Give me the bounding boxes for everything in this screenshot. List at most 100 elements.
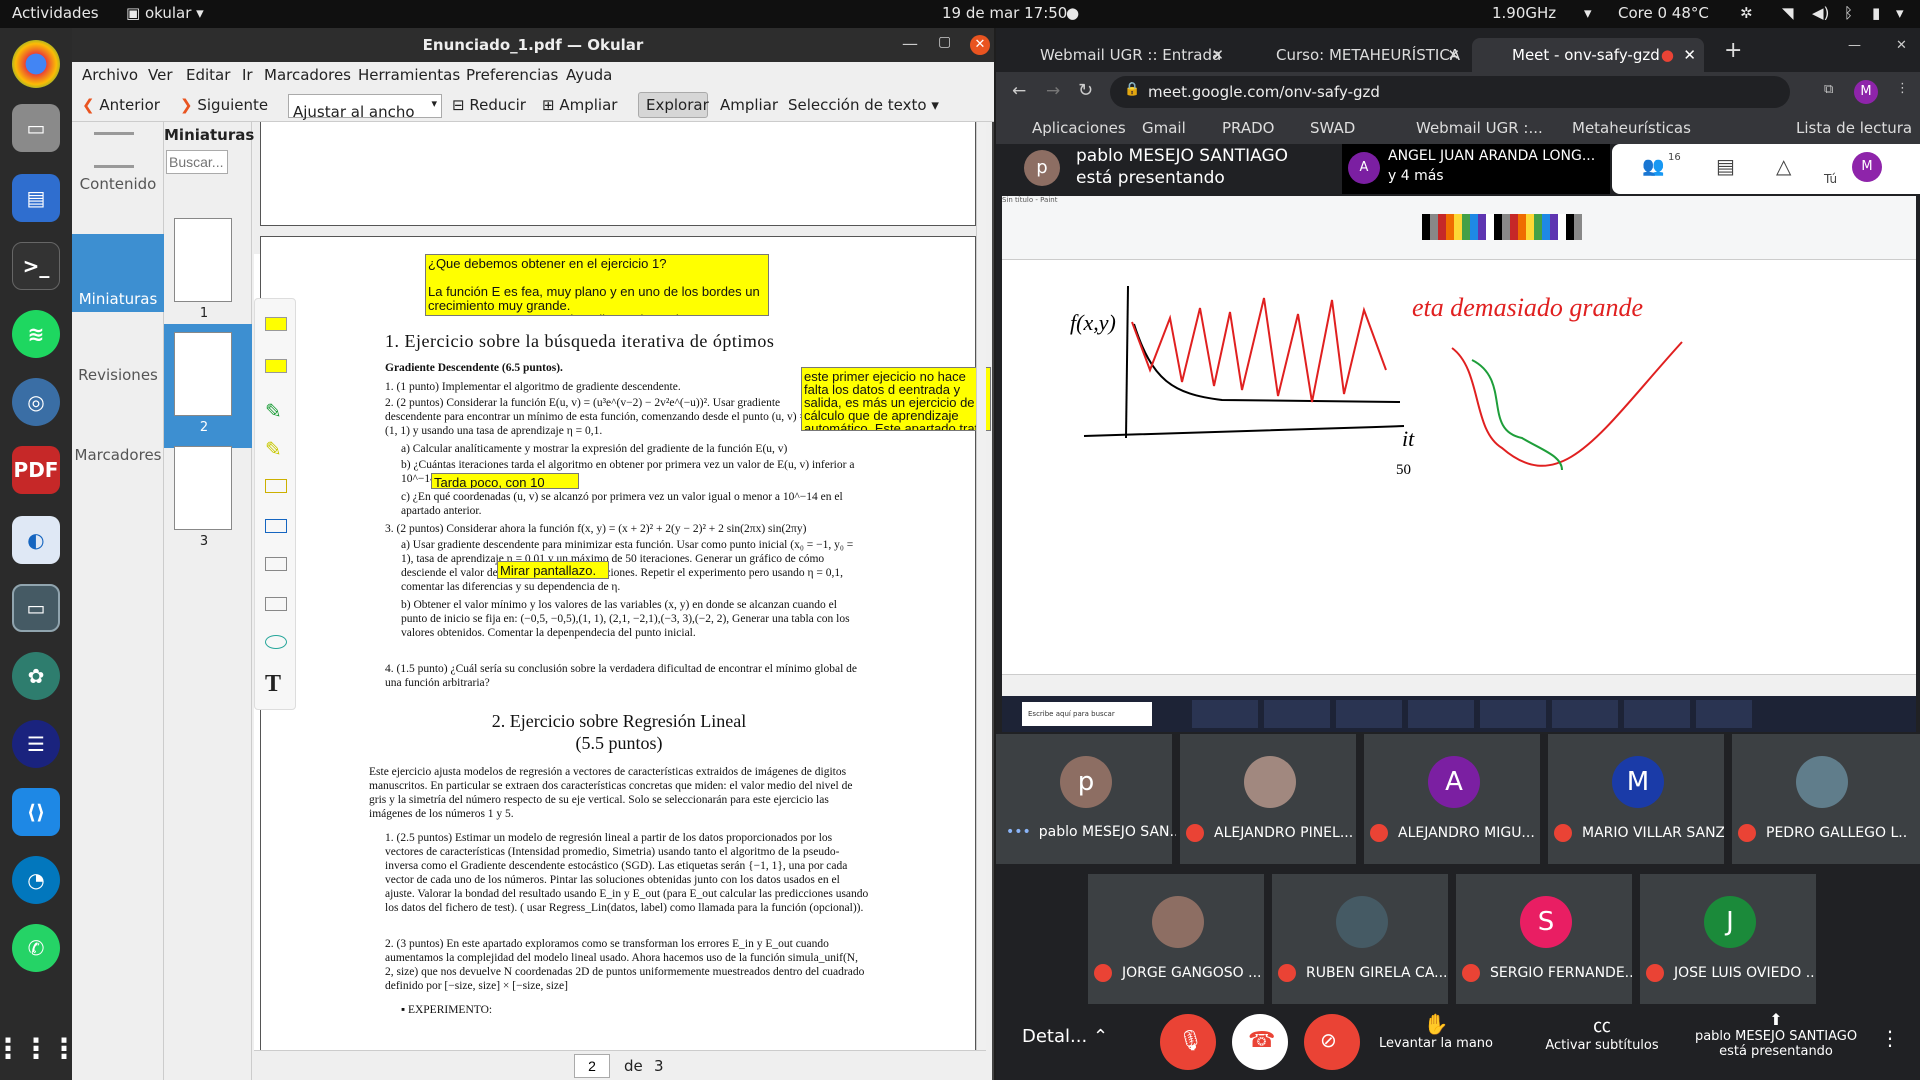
presenting-button[interactable]: ⬆ pablo MESEJO SANTIAGO está presentando	[1686, 1010, 1866, 1059]
bookmark-metaheuristicas[interactable]: Metaheurísticas	[1572, 119, 1691, 137]
reading-list[interactable]: Lista de lectura	[1796, 119, 1912, 137]
camera-toggle-button[interactable]: ⊘	[1304, 1014, 1360, 1070]
zoom-select[interactable]: Ajustar al ancho ▾	[288, 94, 442, 121]
raise-hand-button[interactable]: ✋ Levantar la mano	[1366, 1012, 1506, 1051]
menu-ver[interactable]: Ver	[148, 66, 173, 84]
minimize-icon[interactable]: —	[1848, 38, 1861, 53]
clock[interactable]: 19 de mar 17:50	[942, 4, 1067, 22]
participant-tile[interactable]: S SERGIO FERNANDE...	[1456, 874, 1632, 1004]
participant-tile[interactable]: PEDRO GALLEGO L...	[1732, 734, 1920, 864]
menu-editar[interactable]: Editar	[186, 66, 230, 84]
annotation-note[interactable]: Mirar pantallazo.	[497, 561, 609, 579]
chevron-down-icon[interactable]: ▾	[1584, 4, 1592, 22]
menu-ayuda[interactable]: Ayuda	[566, 66, 612, 84]
omnibox[interactable]: 🔒 meet.google.com/onv-safy-gzd	[1110, 76, 1790, 108]
thumbnail-page-3[interactable]	[174, 446, 232, 530]
sidebar-thumbnails[interactable]: Miniaturas	[72, 234, 164, 312]
previous-button[interactable]: ❮ Anterior	[82, 96, 160, 114]
menu-preferencias[interactable]: Preferencias	[466, 66, 558, 84]
menu-archivo[interactable]: Archivo	[82, 66, 138, 84]
more-options-icon[interactable]: ⋮	[1880, 1026, 1900, 1050]
app-icon[interactable]: ◔	[12, 856, 60, 904]
chevron-down-icon[interactable]: ▾	[1896, 4, 1904, 22]
people-icon[interactable]: 👥	[1642, 156, 1664, 177]
close-icon[interactable]: ✕	[1896, 38, 1907, 53]
captions-button[interactable]: ㏄ Activar subtítulos	[1532, 1012, 1672, 1053]
note-tool-icon[interactable]	[265, 317, 287, 331]
annotation-note[interactable]: este primer ejecicio no hace falta los d…	[801, 367, 991, 431]
document-view[interactable]: ¿Que debemos obtener en el ejercicio 1? …	[254, 122, 991, 1080]
close-icon[interactable]: ✕	[1211, 38, 1224, 72]
typewriter-tool-icon[interactable]: T	[265, 671, 281, 698]
menu-icon[interactable]: ⋮	[1896, 81, 1909, 96]
spotify-icon[interactable]: ≋	[12, 310, 60, 358]
participant-tile[interactable]: A ALEJANDRO MIGU...	[1364, 734, 1540, 864]
zoom-out-button[interactable]: ⊟ Reducir	[452, 96, 526, 114]
mic-toggle-button[interactable]: 🎙	[1160, 1014, 1216, 1070]
chat-icon[interactable]: ▤	[1716, 154, 1735, 178]
participant-tile[interactable]: M MARIO VILLAR SANZ	[1548, 734, 1724, 864]
extensions-icon[interactable]: ⧉	[1824, 82, 1833, 97]
settings-icon[interactable]: ✲	[1740, 4, 1753, 22]
activities-icon[interactable]: △	[1776, 154, 1791, 178]
participant-tile[interactable]: ALEJANDRO PINEL...	[1180, 734, 1356, 864]
next-button[interactable]: ❯ Siguiente	[180, 96, 268, 114]
sidebar-reviews[interactable]: Revisiones	[72, 366, 164, 444]
participant-tile[interactable]: JORGE GANGOSO ...	[1088, 874, 1264, 1004]
participant-tile[interactable]: p ••• pablo MESEJO SAN...	[996, 734, 1176, 864]
app-menu[interactable]: ▣ okular ▾	[126, 4, 204, 22]
annotation-note[interactable]: ¿Que debemos obtener en el ejercicio 1? …	[425, 254, 769, 316]
close-icon[interactable]: ✕	[970, 35, 990, 55]
tab-meet[interactable]: Meet - onv-safy-gzd ● ✕	[1472, 38, 1704, 72]
bluetooth-icon[interactable]: ᛒ	[1844, 4, 1853, 22]
bookmark-webmail[interactable]: Webmail UGR :...	[1416, 119, 1543, 137]
highlight-yellow-icon[interactable]: ✎	[265, 437, 282, 461]
tab-course[interactable]: Curso: METAHEURÍSTICA ✕	[1236, 38, 1468, 72]
window-icon[interactable]: ▭	[12, 584, 60, 632]
document-viewer-icon[interactable]: ▤	[12, 174, 60, 222]
volume-icon[interactable]: ◀)	[1812, 4, 1829, 22]
okular-icon[interactable]: ◐	[12, 516, 60, 564]
scrollbar[interactable]	[976, 122, 986, 1080]
tab-webmail[interactable]: Webmail UGR :: Entrada ✕	[1000, 38, 1232, 72]
thumbnail-page-2[interactable]	[174, 332, 232, 416]
bookmark-swad[interactable]: SWAD	[1310, 119, 1355, 137]
minimize-icon[interactable]: —	[902, 34, 918, 53]
menu-ir[interactable]: Ir	[242, 66, 253, 84]
whatsapp-icon[interactable]: ✆	[12, 924, 60, 972]
eclipse-icon[interactable]: ☰	[12, 720, 60, 768]
reload-icon[interactable]: ↻	[1078, 80, 1093, 101]
close-icon[interactable]: ✕	[1683, 38, 1696, 72]
wifi-icon[interactable]: ◥	[1782, 4, 1794, 22]
participant-tile[interactable]: RUBEN GIRELA CA...	[1272, 874, 1448, 1004]
page-number-input[interactable]	[574, 1054, 610, 1078]
thumbnail-page-1[interactable]	[174, 218, 232, 302]
terminal-icon[interactable]: >_	[12, 242, 60, 290]
annotation-note[interactable]: Tarda poco, con 10	[431, 473, 579, 489]
app-icon[interactable]: ✿	[12, 652, 60, 700]
chrome-icon[interactable]	[12, 40, 60, 88]
back-icon[interactable]: ←	[1012, 81, 1026, 101]
browse-tool-button[interactable]: Explorar	[646, 96, 709, 114]
files-icon[interactable]: ▭	[12, 104, 60, 152]
close-icon[interactable]: ✕	[1447, 38, 1460, 72]
pdf-icon[interactable]: PDF	[12, 446, 60, 494]
profile-avatar[interactable]: M	[1854, 80, 1878, 104]
sidebar-bookmarks[interactable]: Marcadores	[72, 446, 164, 524]
temp-indicator[interactable]: Core 0 48°C	[1618, 4, 1709, 22]
spyder-icon[interactable]: ◎	[12, 378, 60, 426]
activities-button[interactable]: Actividades	[12, 4, 99, 22]
line-tool-icon[interactable]	[265, 519, 287, 533]
note-tool-icon[interactable]	[265, 359, 287, 373]
bookmark-apps[interactable]: Aplicaciones	[1032, 119, 1126, 137]
participant-tile[interactable]: J JOSE LUIS OVIEDO ...	[1640, 874, 1816, 1004]
menu-marcadores[interactable]: Marcadores	[264, 66, 351, 84]
bookmark-prado[interactable]: PRADO	[1222, 119, 1274, 137]
cpu-indicator[interactable]: 1.90GHz	[1492, 4, 1556, 22]
highlight-green-icon[interactable]: ✎	[265, 399, 282, 423]
thumbnail-search-input[interactable]	[166, 150, 228, 174]
polygon-tool-icon[interactable]	[265, 557, 287, 571]
bookmark-gmail[interactable]: Gmail	[1142, 119, 1186, 137]
meeting-details-button[interactable]: Detal... ⌃	[1022, 1026, 1108, 1047]
zoom-in-button[interactable]: ⊞ Ampliar	[542, 96, 617, 114]
